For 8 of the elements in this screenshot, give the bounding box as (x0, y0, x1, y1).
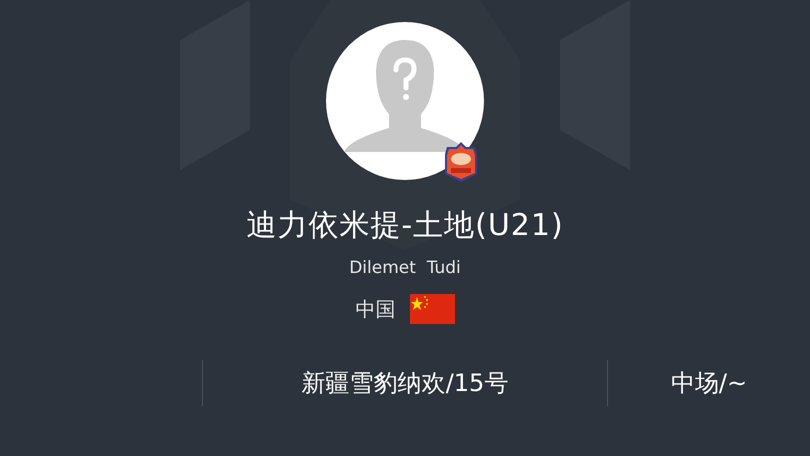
info-text: 中场/~ (670, 368, 748, 399)
country-name: 中国 (356, 296, 396, 322)
avatar-placeholder-icon (326, 22, 484, 180)
info-text: 新疆雪豹纳欢/15号 (302, 368, 508, 399)
club-badge-icon (444, 142, 478, 182)
player-name: 迪力依米提-土地(U21) (246, 207, 564, 245)
china-flag-icon (410, 294, 454, 324)
player-latin-name: Dilemet Tudi (349, 258, 461, 278)
